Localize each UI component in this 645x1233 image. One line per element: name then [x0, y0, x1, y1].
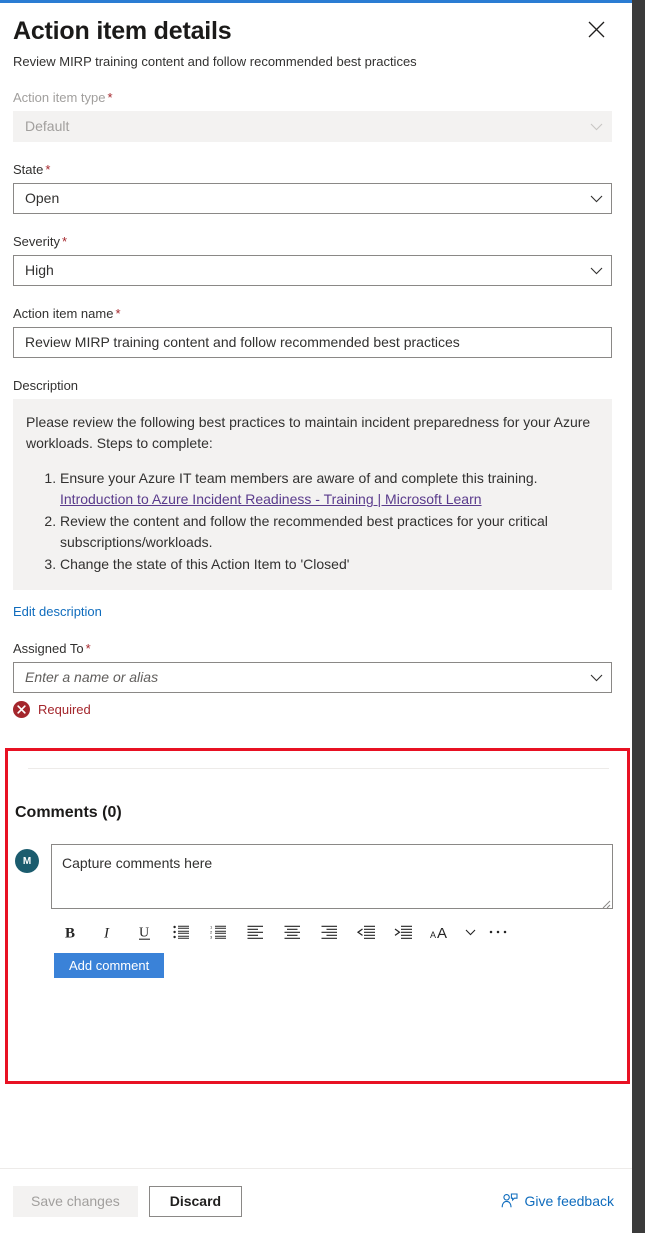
- list-item: Change the state of this Action Item to …: [60, 554, 596, 575]
- step-text: Change the state of this Action Item to …: [60, 556, 350, 572]
- field-state: State * Open: [13, 161, 612, 214]
- edit-description-link[interactable]: Edit description: [13, 604, 102, 619]
- state-dropdown[interactable]: Open: [13, 183, 612, 214]
- action-item-name-label-text: Action item name: [13, 306, 114, 321]
- assigned-to-combobox[interactable]: Enter a name or alias: [13, 662, 612, 693]
- resize-handle-icon[interactable]: [600, 896, 611, 909]
- close-button[interactable]: [580, 13, 612, 45]
- page-subtitle: Review MIRP training content and follow …: [13, 54, 417, 69]
- field-action-item-type: Action item type * Default: [13, 89, 612, 142]
- state-value: Open: [25, 190, 60, 206]
- required-asterisk: *: [45, 162, 51, 177]
- required-asterisk: *: [107, 90, 113, 105]
- comment-input[interactable]: Capture comments here: [51, 844, 613, 909]
- panel-footer: Save changes Discard Give feedback: [0, 1168, 632, 1233]
- comment-composer: M Capture comments here: [15, 844, 613, 909]
- required-asterisk: *: [61, 234, 68, 249]
- panel-header: Action item details Review MIRP training…: [0, 3, 632, 70]
- action-item-details-panel: Action item details Review MIRP training…: [0, 0, 632, 1233]
- align-right-icon[interactable]: [311, 917, 348, 947]
- error-circle-icon: [13, 701, 30, 718]
- chevron-down-icon: [581, 663, 611, 692]
- avatar: M: [15, 849, 39, 873]
- more-options-icon[interactable]: [481, 917, 515, 947]
- required-asterisk: *: [115, 306, 121, 321]
- increase-indent-icon[interactable]: [385, 917, 422, 947]
- page-title: Action item details: [13, 17, 232, 45]
- field-severity: Severity * High: [13, 233, 612, 286]
- action-item-name-input[interactable]: Review MIRP training content and follow …: [13, 327, 612, 358]
- list-item: Review the content and follow the recomm…: [60, 511, 596, 553]
- numbered-list-icon[interactable]: 1 2 3: [200, 917, 237, 947]
- align-center-icon[interactable]: [274, 917, 311, 947]
- chevron-down-icon: [581, 184, 611, 213]
- give-feedback-label: Give feedback: [524, 1193, 615, 1209]
- assigned-to-label: Assigned To *: [13, 640, 612, 657]
- assigned-to-label-text: Assigned To: [13, 641, 84, 656]
- severity-value: High: [25, 262, 54, 278]
- action-item-type-value: Default: [25, 118, 70, 134]
- step-text: Ensure your Azure IT team members are aw…: [60, 470, 538, 486]
- step-text: Review the content and follow the recomm…: [60, 513, 548, 550]
- comment-placeholder-text: Capture comments here: [62, 855, 213, 871]
- svg-text:A: A: [430, 930, 436, 940]
- page-background-strip: [632, 0, 645, 1233]
- form-body: Action item type* Default State* Open: [0, 89, 632, 718]
- error-message: Required: [38, 702, 91, 717]
- description-intro: Please review the following best practic…: [26, 414, 591, 451]
- underline-icon[interactable]: U: [126, 917, 163, 947]
- comments-heading: Comments (0): [15, 804, 122, 821]
- action-item-type-label: Action item type *: [13, 89, 612, 106]
- training-link[interactable]: Introduction to Azure Incident Readiness…: [60, 489, 482, 510]
- bulleted-list-icon[interactable]: [163, 917, 200, 947]
- svg-text:B: B: [65, 925, 75, 941]
- font-size-chevron-down-icon[interactable]: [459, 917, 481, 947]
- state-label-text: State: [13, 162, 44, 177]
- chevron-down-icon: [581, 256, 611, 285]
- section-divider: [28, 768, 609, 769]
- action-item-name-label: Action item name *: [13, 305, 612, 322]
- bold-icon[interactable]: B: [52, 917, 89, 947]
- description-box: Please review the following best practic…: [13, 399, 612, 590]
- svg-text:A: A: [437, 925, 447, 941]
- give-feedback-link[interactable]: Give feedback: [501, 1193, 615, 1209]
- chevron-down-icon: [581, 112, 611, 141]
- decrease-indent-icon[interactable]: [348, 917, 385, 947]
- italic-icon[interactable]: I: [89, 917, 126, 947]
- description-steps: Ensure your Azure IT team members are aw…: [26, 468, 596, 575]
- rich-text-toolbar: B I U 1 2 3 A A: [52, 917, 617, 947]
- svg-text:U: U: [139, 925, 149, 940]
- feedback-person-icon: [501, 1193, 518, 1209]
- save-changes-button[interactable]: Save changes: [13, 1185, 138, 1217]
- assigned-to-error: Required: [13, 701, 612, 718]
- action-item-type-label-text: Action item type: [13, 90, 106, 105]
- font-size-icon[interactable]: A A: [422, 917, 459, 947]
- required-asterisk: *: [85, 641, 91, 656]
- state-label: State *: [13, 161, 612, 178]
- svg-text:I: I: [103, 925, 110, 941]
- severity-label: Severity *: [13, 233, 612, 250]
- comments-highlight-box: Comments (0) M Capture comments here B I: [5, 748, 630, 1084]
- field-assigned-to: Assigned To * Enter a name or alias Requi…: [13, 640, 612, 718]
- action-item-type-dropdown: Default: [13, 111, 612, 142]
- assigned-to-placeholder: Enter a name or alias: [25, 669, 159, 685]
- align-left-icon[interactable]: [237, 917, 274, 947]
- description-label: Description: [13, 378, 79, 393]
- field-description: Description Please review the following …: [13, 377, 612, 621]
- severity-label-text: Severity: [13, 234, 60, 249]
- svg-text:3: 3: [210, 935, 213, 939]
- discard-button[interactable]: Discard: [148, 1185, 243, 1217]
- list-item: Ensure your Azure IT team members are aw…: [60, 468, 596, 510]
- add-comment-button[interactable]: Add comment: [54, 953, 165, 978]
- close-icon: [588, 21, 605, 38]
- field-action-item-name: Action item name * Review MIRP training c…: [13, 305, 612, 358]
- severity-dropdown[interactable]: High: [13, 255, 612, 286]
